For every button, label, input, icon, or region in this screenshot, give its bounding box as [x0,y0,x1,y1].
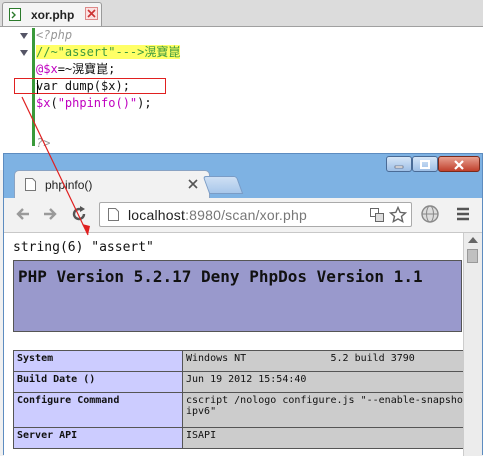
url-text: localhost:8980/scan/xor.php [128,207,307,223]
variable-x-call: $x [36,96,51,110]
file-icon [9,8,21,21]
scroll-thumb[interactable] [467,249,478,263]
code-editor[interactable]: xor.php <?php //~"assert"--->滉寶崑 @$x=~滉寶… [0,0,483,170]
page-icon [25,178,36,191]
page-icon [108,208,119,221]
paren-open: ( [50,96,58,110]
tab-close-icon[interactable] [188,179,198,189]
editor-tab-xor-php[interactable]: xor.php [2,2,102,26]
tab-close-icon[interactable] [85,7,98,20]
menu-icon[interactable] [453,204,473,224]
address-bar[interactable]: localhost:8980/scan/xor.php [99,202,412,227]
table-row: System Windows NT 5.2 build 3790 [13,350,482,372]
code-line-3-rest: =~滉寶崑; [57,62,116,76]
fold-icon[interactable] [19,48,29,58]
browser-tab-phpinfo[interactable]: phpinfo() [14,170,210,198]
fold-icon[interactable] [19,31,29,41]
phpinfo-table: System Windows NT 5.2 build 3790 Build D… [13,350,482,449]
close-icon[interactable] [438,156,480,172]
page-content: string(6) "assert" PHP Version 5.2.17 De… [4,233,482,456]
string-phpinfo: "phpinfo()" [57,96,138,110]
code-line-3: @$x=~滉寶崑; [36,61,115,78]
comment-slashes: // [36,45,51,59]
row-value: cscript /nologo configure.js "--enable-s… [182,392,482,428]
browser-tab-title: phpinfo() [45,178,93,192]
editor-gutter [0,27,32,170]
minimize-icon[interactable] [386,156,412,172]
code-line-1: <?php [36,27,72,44]
reload-icon[interactable] [69,204,89,224]
php-open-tag: <?php [36,28,73,42]
editor-tab-label: xor.php [31,8,75,22]
editor-tab-bar: xor.php [0,0,483,27]
translate-icon[interactable] [370,208,384,222]
row-value: ISAPI [182,427,482,449]
back-icon[interactable] [13,204,33,224]
php-version-title: PHP Version 5.2.17 Deny PhpDos Version 1… [18,267,423,286]
row-key: Build Date () [13,371,183,393]
paren-close: ); [137,96,152,110]
table-row: Server API ISAPI [13,427,482,449]
row-key: Server API [13,427,183,449]
forward-icon[interactable] [40,204,60,224]
row-value: Jun 19 2012 15:54:40 [182,371,482,393]
globe-icon[interactable] [420,204,440,224]
text-cursor [37,80,38,94]
browser-toolbar: localhost:8980/scan/xor.php [4,198,482,233]
var-dump-output: string(6) "assert" [13,240,154,255]
scroll-up-icon[interactable] [468,237,478,243]
maximize-icon[interactable] [412,156,438,172]
row-key: Configure Command [13,392,183,428]
browser-window: phpinfo() localhost:8980/scan/xor.php st… [3,153,483,456]
code-line-2: //~"assert"--->滉寶崑 [36,44,181,61]
comment-text: ~"assert"--->滉寶崑 [50,45,181,59]
star-icon[interactable] [389,206,407,224]
vertical-scrollbar[interactable] [463,233,482,456]
php-close-tag: ?> [36,136,51,150]
variable-x: @$x [36,62,58,76]
table-row: Configure Command cscript /nologo config… [13,392,482,428]
url-host: localhost [128,207,186,223]
table-row: Build Date () Jun 19 2012 15:54:40 [13,371,482,393]
phpinfo-header: PHP Version 5.2.17 Deny PhpDos Version 1… [13,260,462,332]
row-key: System [13,350,183,372]
url-path: :8980/scan/xor.php [185,207,307,223]
code-line-5: $x("phpinfo()"); [36,95,152,112]
new-tab-button[interactable] [202,176,244,194]
row-value: Windows NT 5.2 build 3790 [182,350,482,372]
